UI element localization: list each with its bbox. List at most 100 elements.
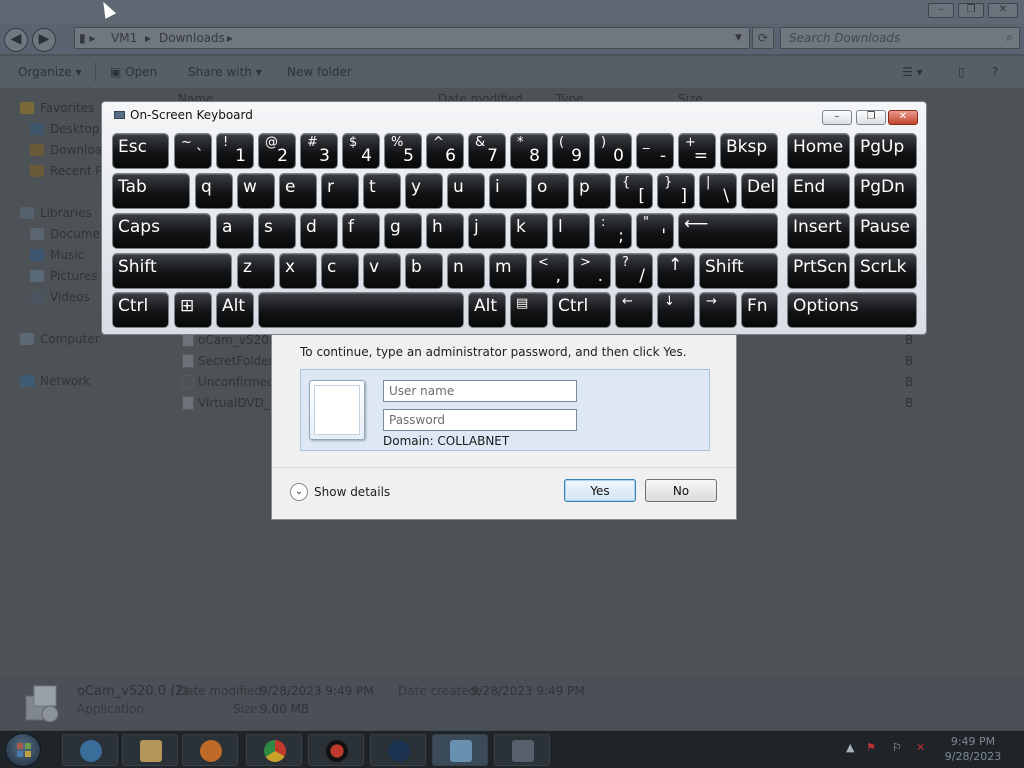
- key-1[interactable]: ! 1: [216, 133, 254, 169]
- key-up-arrow[interactable]: ↑: [657, 253, 695, 289]
- key-5[interactable]: % 5: [384, 133, 422, 169]
- key-options[interactable]: Options: [787, 292, 917, 328]
- back-button[interactable]: ◀: [4, 28, 28, 52]
- start-button[interactable]: [5, 733, 41, 767]
- file-row[interactable]: oCam_v520.0: [182, 333, 280, 347]
- taskbar-explorer[interactable]: [122, 734, 178, 766]
- nav-videos[interactable]: Videos: [30, 290, 90, 304]
- key-shift-left[interactable]: Shift: [112, 253, 232, 289]
- show-details-link[interactable]: Show details: [314, 485, 390, 499]
- key-9[interactable]: (9: [552, 133, 590, 169]
- key-r[interactable]: r: [321, 173, 359, 209]
- search-input[interactable]: Search Downloads ⌕: [780, 27, 1020, 49]
- osk-minimize-button[interactable]: –: [822, 110, 852, 125]
- maximize-button[interactable]: ❐: [958, 3, 984, 18]
- close-button[interactable]: ✕: [988, 3, 1018, 18]
- nav-libraries[interactable]: Libraries: [20, 206, 92, 220]
- key-0[interactable]: ) 0: [594, 133, 632, 169]
- key-u[interactable]: u: [447, 173, 485, 209]
- key-backslash[interactable]: | \: [699, 173, 737, 209]
- key-pgdn[interactable]: PgDn: [854, 173, 917, 209]
- key-pause[interactable]: Pause: [854, 213, 917, 249]
- system-clock[interactable]: 9:49 PM 9/28/2023: [938, 734, 1008, 764]
- key-space[interactable]: [258, 292, 464, 328]
- key-y[interactable]: y: [405, 173, 443, 209]
- action-center-icon[interactable]: ⚐: [892, 741, 902, 754]
- view-options-icon[interactable]: ☰ ▾: [902, 65, 923, 79]
- taskbar-media-player[interactable]: [182, 734, 238, 766]
- volume-muted-icon[interactable]: ✕: [916, 741, 925, 754]
- key-fn[interactable]: Fn: [741, 292, 778, 328]
- key-p[interactable]: p: [573, 173, 611, 209]
- key-b[interactable]: b: [405, 253, 443, 289]
- key-2[interactable]: @2: [258, 133, 296, 169]
- key-w[interactable]: w: [237, 173, 275, 209]
- help-icon[interactable]: ?: [992, 65, 998, 79]
- key-right-arrow[interactable]: →: [699, 292, 737, 328]
- key-left-bracket[interactable]: {[: [615, 173, 653, 209]
- preview-pane-icon[interactable]: ▯: [958, 65, 965, 79]
- key-v[interactable]: v: [363, 253, 401, 289]
- key-period[interactable]: >.: [573, 253, 611, 289]
- key-home[interactable]: Home: [787, 133, 850, 169]
- show-hidden-icons[interactable]: ▲: [846, 741, 854, 754]
- taskbar-ocam[interactable]: [308, 734, 364, 766]
- taskbar-osk[interactable]: [494, 734, 550, 766]
- key-alt-left[interactable]: Alt: [216, 292, 254, 328]
- file-row[interactable]: VirtualDVD_v9: [182, 396, 284, 410]
- key-k[interactable]: k: [510, 213, 548, 249]
- key-f[interactable]: f: [342, 213, 380, 249]
- nav-pictures[interactable]: Pictures: [30, 269, 98, 283]
- key-pgup[interactable]: PgUp: [854, 133, 917, 169]
- key-a[interactable]: a: [216, 213, 254, 249]
- key-shift-right[interactable]: Shift: [699, 253, 778, 289]
- key-l[interactable]: l: [552, 213, 590, 249]
- key-equals[interactable]: + =: [678, 133, 716, 169]
- key-backtick[interactable]: ~ `: [174, 133, 212, 169]
- key-3[interactable]: #3: [300, 133, 338, 169]
- key-insert[interactable]: Insert: [787, 213, 850, 249]
- network-error-icon[interactable]: ⚑: [866, 741, 876, 754]
- key-t[interactable]: t: [363, 173, 401, 209]
- key-windows[interactable]: ⊞: [174, 292, 212, 328]
- key-g[interactable]: g: [384, 213, 422, 249]
- osk-maximize-button[interactable]: ❐: [856, 110, 886, 125]
- taskbar-uac[interactable]: [432, 734, 488, 766]
- key-menu[interactable]: ▤: [510, 292, 548, 328]
- key-d[interactable]: d: [300, 213, 338, 249]
- nav-network[interactable]: Network: [20, 374, 90, 388]
- nav-computer[interactable]: Computer: [20, 332, 100, 346]
- key-8[interactable]: * 8: [510, 133, 548, 169]
- breadcrumb-downloads[interactable]: Downloads: [159, 31, 225, 45]
- refresh-icon[interactable]: ⟳: [752, 27, 774, 49]
- key-scrlk[interactable]: ScrLk: [854, 253, 917, 289]
- key-caps-lock[interactable]: Caps: [112, 213, 211, 249]
- key-ctrl-right[interactable]: Ctrl: [552, 292, 611, 328]
- key-ctrl-left[interactable]: Ctrl: [112, 292, 169, 328]
- key-alt-right[interactable]: Alt: [468, 292, 506, 328]
- share-with-button[interactable]: Share with ▾: [188, 65, 262, 79]
- key-left-arrow[interactable]: ←: [615, 292, 653, 328]
- organize-button[interactable]: Organize ▾: [18, 65, 82, 79]
- key-tab[interactable]: Tab: [112, 173, 190, 209]
- key-quote[interactable]: " ': [636, 213, 674, 249]
- taskbar-app[interactable]: [370, 734, 426, 766]
- nav-favorites[interactable]: Favorites: [20, 101, 94, 115]
- chevron-down-icon[interactable]: ⌄: [290, 483, 308, 501]
- key-n[interactable]: n: [447, 253, 485, 289]
- nav-music[interactable]: Music: [30, 248, 84, 262]
- address-bar[interactable]: ▮ ▸ VM1 ▸ Downloads ▸ ▼: [74, 27, 750, 49]
- key-down-arrow[interactable]: ↓: [657, 292, 695, 328]
- no-button[interactable]: No: [645, 479, 717, 502]
- key-semicolon[interactable]: :;: [594, 213, 632, 249]
- username-field[interactable]: [383, 380, 577, 402]
- key-right-bracket[interactable]: }]: [657, 173, 695, 209]
- osk-close-button[interactable]: ✕: [888, 110, 918, 125]
- key-6[interactable]: ^ 6: [426, 133, 464, 169]
- breadcrumb-vm1[interactable]: VM1: [111, 31, 137, 45]
- key-e[interactable]: e: [279, 173, 317, 209]
- key-z[interactable]: z: [237, 253, 275, 289]
- key-h[interactable]: h: [426, 213, 464, 249]
- password-field[interactable]: [383, 409, 577, 431]
- key-m[interactable]: m: [489, 253, 527, 289]
